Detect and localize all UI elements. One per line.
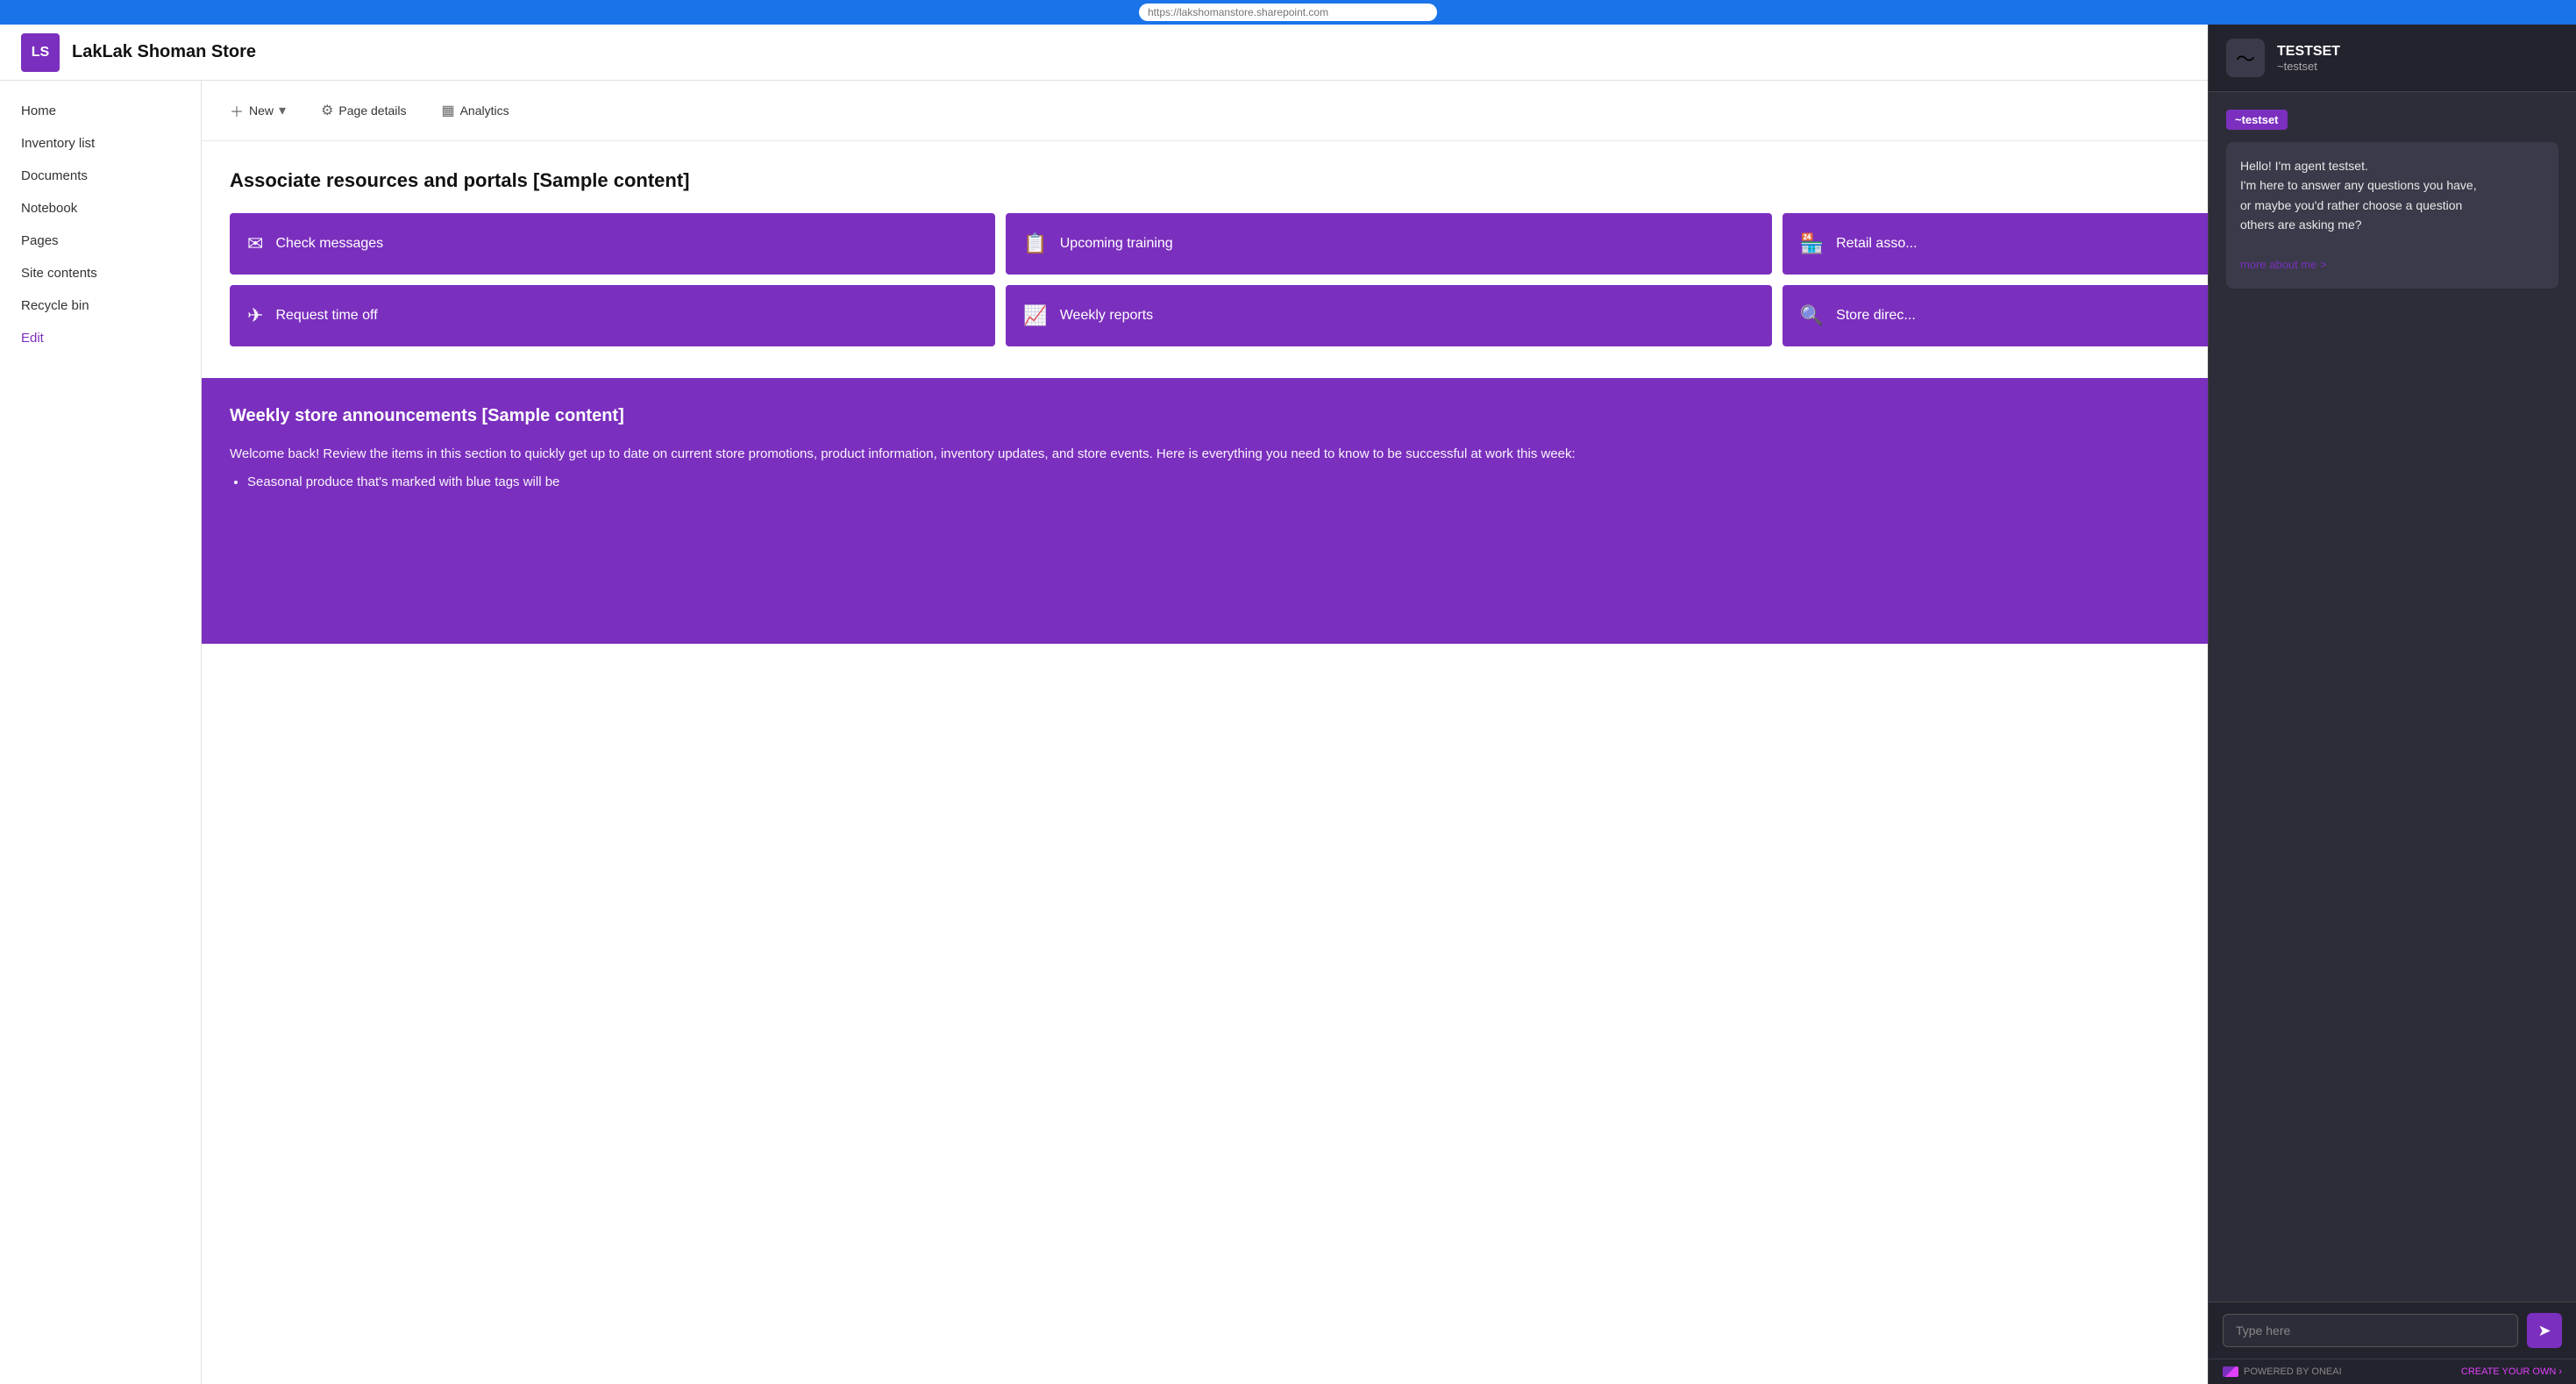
card-request-time-off[interactable]: ✈ Request time off — [230, 285, 995, 346]
chat-panel: 〜 TESTSET ~testset ~testset Hello! I'm a… — [2208, 81, 2576, 1384]
new-button[interactable]: ＋ New ▾ — [223, 95, 293, 126]
app-container: LS LakLak Shoman Store Home Inventory li… — [0, 25, 2576, 1384]
create-own-link[interactable]: CREATE YOUR OWN › — [2461, 1366, 2562, 1377]
retail-icon: 🏪 — [1800, 232, 1824, 255]
page-details-button[interactable]: ⚙ Page details — [314, 96, 413, 125]
card-request-time-off-label: Request time off — [275, 308, 377, 324]
announcements-body-text: Welcome back! Review the items in this s… — [230, 444, 2246, 465]
announcement-bullet: Seasonal produce that's marked with blue… — [247, 472, 2246, 493]
send-icon: ➤ — [2537, 1322, 2551, 1340]
browser-bar — [0, 0, 2576, 25]
new-label: New — [249, 103, 274, 118]
more-about-link[interactable]: more about me > — [2240, 258, 2327, 271]
training-icon: 📋 — [1023, 232, 1047, 255]
site-title: LakLak Shoman Store — [72, 42, 256, 62]
announcements-title: Weekly store announcements [Sample conte… — [230, 406, 2548, 426]
directory-icon: 🔍 — [1800, 304, 1824, 327]
sidebar-item-home[interactable]: Home — [0, 95, 201, 127]
reports-icon: 📈 — [1023, 304, 1047, 327]
card-weekly-reports-label: Weekly reports — [1060, 308, 1153, 324]
chat-header: 〜 TESTSET ~testset — [2209, 81, 2576, 92]
analytics-button[interactable]: ▦ Analytics — [434, 96, 516, 125]
announcements-body: Welcome back! Review the items in this s… — [230, 444, 2548, 616]
timeoff-icon: ✈ — [247, 304, 263, 327]
powered-by: POWERED BY ONEAI — [2223, 1366, 2342, 1377]
gear-icon: ⚙ — [321, 102, 333, 119]
site-logo: LS — [21, 33, 60, 72]
chat-input-area: ➤ — [2209, 1302, 2576, 1359]
resources-section-title: Associate resources and portals [Sample … — [230, 169, 2548, 192]
chat-bubble: Hello! I'm agent testset.I'm here to ans… — [2226, 142, 2558, 289]
card-check-messages-label: Check messages — [275, 236, 383, 252]
cards-grid: ✉ Check messages 📋 Upcoming training 🏪 R… — [230, 213, 2548, 346]
sidebar-item-inventory-list[interactable]: Inventory list — [0, 127, 201, 160]
sidebar: Home Inventory list Documents Notebook P… — [0, 81, 202, 1384]
page-details-label: Page details — [338, 103, 406, 118]
card-retail-asso-label: Retail asso... — [1836, 236, 1917, 252]
card-weekly-reports[interactable]: 📈 Weekly reports — [1006, 285, 1771, 346]
powered-text: POWERED BY ONEAI — [2244, 1366, 2342, 1377]
sidebar-item-recycle-bin[interactable]: Recycle bin — [0, 289, 201, 322]
chat-footer: POWERED BY ONEAI CREATE YOUR OWN › — [2209, 1359, 2576, 1384]
analytics-label: Analytics — [460, 103, 509, 118]
oneai-logo — [2223, 1366, 2238, 1377]
sidebar-item-edit[interactable]: Edit — [0, 322, 201, 354]
chevron-down-icon: ▾ — [279, 102, 286, 119]
plus-icon: ＋ — [230, 100, 244, 121]
chat-body: ~testset Hello! I'm agent testset.I'm he… — [2209, 92, 2576, 1302]
below-header: Home Inventory list Documents Notebook P… — [0, 81, 2576, 1384]
url-bar[interactable] — [1139, 4, 1437, 21]
chat-greeting: Hello! I'm agent testset.I'm here to ans… — [2240, 156, 2544, 235]
card-check-messages[interactable]: ✉ Check messages — [230, 213, 995, 275]
sidebar-item-pages[interactable]: Pages — [0, 225, 201, 257]
analytics-icon: ▦ — [441, 102, 454, 119]
chat-tag: ~testset — [2226, 110, 2288, 130]
sidebar-item-documents[interactable]: Documents — [0, 160, 201, 192]
messages-icon: ✉ — [247, 232, 263, 255]
chat-send-button[interactable]: ➤ — [2527, 1313, 2562, 1348]
card-store-directory-label: Store direc... — [1836, 308, 1916, 324]
chat-input[interactable] — [2223, 1314, 2518, 1347]
card-upcoming-training[interactable]: 📋 Upcoming training — [1006, 213, 1771, 275]
site-header: LS LakLak Shoman Store — [0, 25, 2576, 81]
card-upcoming-training-label: Upcoming training — [1060, 236, 1173, 252]
announcements-text: Welcome back! Review the items in this s… — [230, 444, 2246, 616]
sidebar-item-notebook[interactable]: Notebook — [0, 192, 201, 225]
sidebar-item-site-contents[interactable]: Site contents — [0, 257, 201, 289]
